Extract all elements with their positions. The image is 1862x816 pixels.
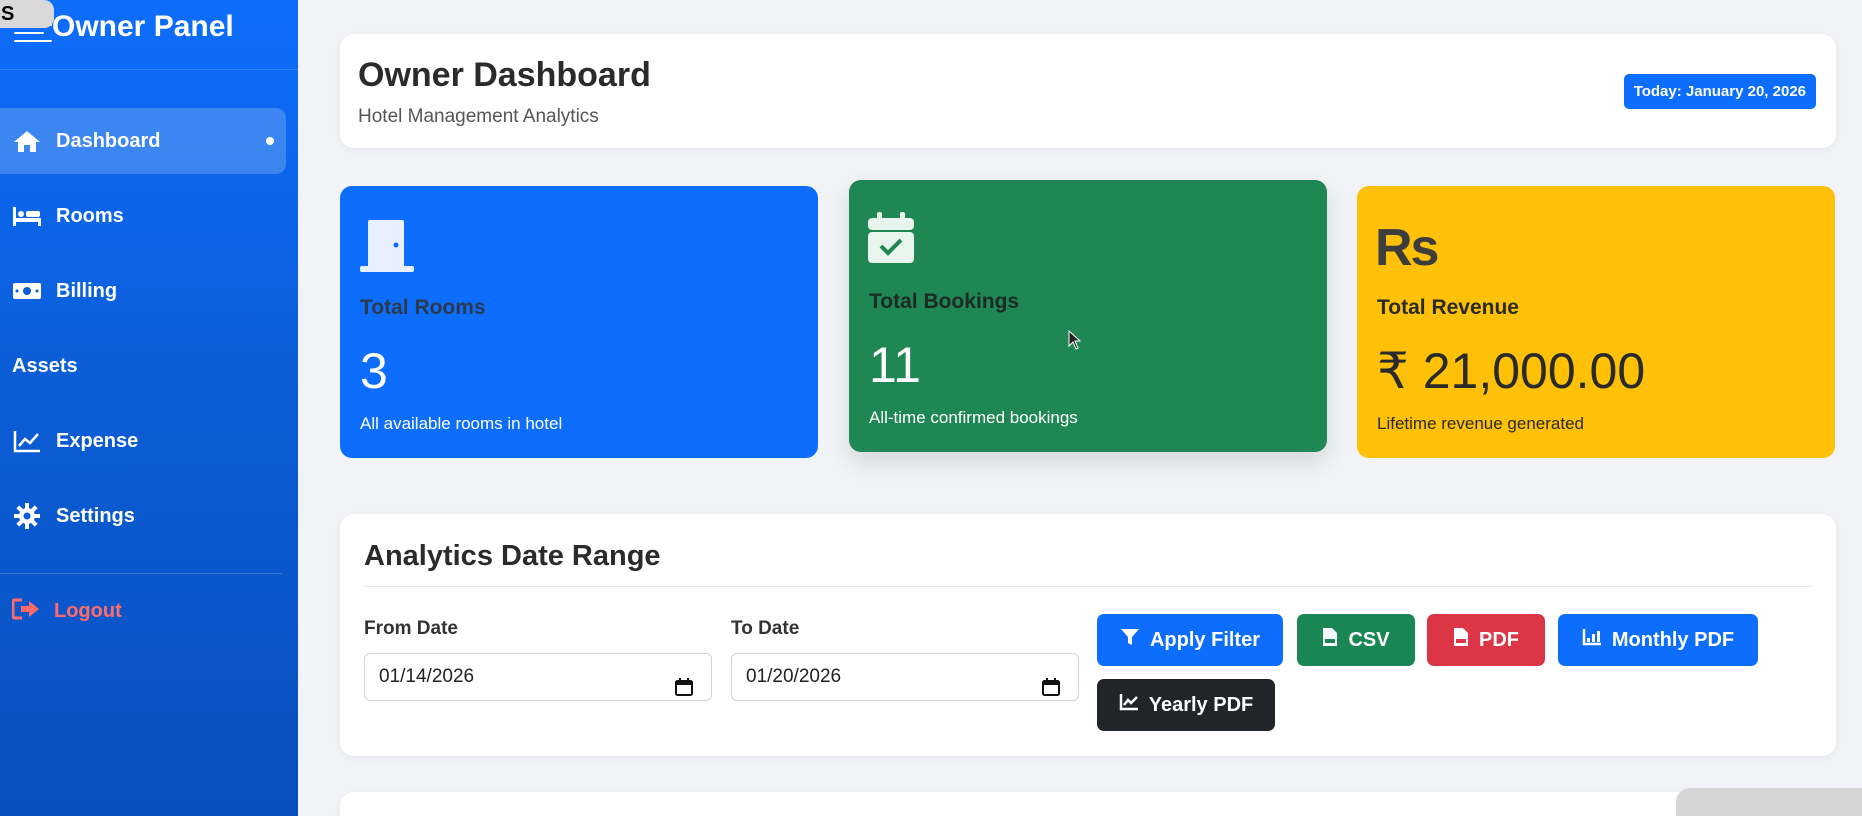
calendar-icon[interactable] xyxy=(1042,668,1060,714)
stat-label: Total Revenue xyxy=(1377,296,1519,319)
calendar-check-icon xyxy=(867,212,915,269)
sidebar-item-label: Dashboard xyxy=(56,129,161,152)
active-indicator-dot xyxy=(266,137,274,145)
sidebar-item-label: Assets xyxy=(12,354,78,377)
door-icon xyxy=(358,218,416,279)
stat-value: 3 xyxy=(360,343,388,399)
sidebar-header: Owner Panel S xyxy=(0,0,298,70)
page-title: Owner Dashboard xyxy=(358,56,651,94)
calendar-icon[interactable] xyxy=(675,668,693,714)
dashboard-header: Owner Dashboard Hotel Management Analyti… xyxy=(340,34,1836,148)
sidebar-item-dashboard[interactable]: Dashboard xyxy=(0,108,286,174)
sidebar-title: Owner Panel xyxy=(52,10,234,43)
csv-export-button[interactable]: CSV xyxy=(1297,614,1415,666)
chart-line-icon xyxy=(12,428,42,454)
stat-description: Lifetime revenue generated xyxy=(1377,414,1584,433)
filter-icon xyxy=(1120,627,1140,653)
apply-filter-button[interactable]: Apply Filter xyxy=(1097,614,1283,666)
stat-description: All-time confirmed bookings xyxy=(869,408,1078,427)
pdf-label: PDF xyxy=(1479,628,1519,651)
next-section-card xyxy=(340,792,1836,816)
from-date-value: 01/14/2026 xyxy=(379,666,475,687)
logout-label: Logout xyxy=(54,600,122,622)
sidebar-item-assets[interactable]: Assets xyxy=(0,333,286,399)
file-pdf-icon xyxy=(1453,627,1469,653)
chart-line-icon xyxy=(1119,693,1139,717)
mouse-cursor-icon xyxy=(1068,329,1082,355)
money-bill-icon xyxy=(12,278,42,304)
sidebar-item-label: Rooms xyxy=(56,204,124,227)
sidebar-item-label: Expense xyxy=(56,429,139,452)
stat-value: ₹ 21,000.00 xyxy=(1377,343,1646,399)
sidebar-item-billing[interactable]: Billing xyxy=(0,258,286,324)
monthly-pdf-button[interactable]: Monthly PDF xyxy=(1558,614,1758,666)
to-date-value: 01/20/2026 xyxy=(746,666,842,687)
sidebar-divider xyxy=(0,573,282,574)
stat-description: All available rooms in hotel xyxy=(360,414,563,433)
home-icon xyxy=(12,128,42,154)
sidebar-nav: Dashboard Rooms Billing Assets Expense S… xyxy=(0,108,298,558)
yearly-pdf-button[interactable]: Yearly PDF xyxy=(1097,679,1275,731)
apply-filter-label: Apply Filter xyxy=(1149,628,1260,651)
overlay-badge-label: S xyxy=(1,3,15,25)
bar-chart-icon xyxy=(1582,628,1602,652)
to-date-input[interactable]: 01/20/2026 xyxy=(731,653,1079,701)
analytics-date-range-card: Analytics Date Range From Date 01/14/202… xyxy=(340,514,1836,756)
logout-link[interactable]: Logout xyxy=(11,598,122,625)
file-csv-icon xyxy=(1322,627,1338,653)
sidebar-item-label: Billing xyxy=(56,279,118,302)
sidebar-item-label: Settings xyxy=(56,504,135,527)
from-date-input[interactable]: 01/14/2026 xyxy=(364,653,712,701)
overlay-badge[interactable]: S xyxy=(0,0,54,28)
section-title: Analytics Date Range xyxy=(364,540,661,572)
gear-icon xyxy=(12,503,42,529)
date-badge: Today: January 20, 2026 xyxy=(1623,74,1816,109)
stat-card-total-rooms: Total Rooms 3 All available rooms in hot… xyxy=(340,186,818,458)
pdf-export-button[interactable]: PDF xyxy=(1427,614,1545,666)
rupee-sign-icon: Rs xyxy=(1375,219,1440,277)
from-date-label: From Date xyxy=(364,618,458,639)
section-divider xyxy=(364,586,1812,587)
stat-label: Total Bookings xyxy=(869,290,1020,313)
page-subtitle: Hotel Management Analytics xyxy=(358,106,599,127)
sidebar: Owner Panel S Dashboard Rooms Billing As… xyxy=(0,0,298,816)
logout-icon xyxy=(11,598,40,625)
stat-card-total-bookings: Total Bookings 11 All-time confirmed boo… xyxy=(849,180,1327,452)
bed-icon xyxy=(12,203,42,229)
floating-toolbar[interactable] xyxy=(1676,788,1862,816)
sidebar-item-expense[interactable]: Expense xyxy=(0,408,286,474)
to-date-label: To Date xyxy=(731,618,800,639)
monthly-pdf-label: Monthly PDF xyxy=(1611,628,1735,651)
yearly-pdf-label: Yearly PDF xyxy=(1148,693,1254,716)
stat-value: 11 xyxy=(869,337,921,393)
sidebar-item-settings[interactable]: Settings xyxy=(0,483,286,549)
stat-card-total-revenue: Rs Total Revenue ₹ 21,000.00 Lifetime re… xyxy=(1357,186,1835,458)
sidebar-item-rooms[interactable]: Rooms xyxy=(0,183,286,249)
stat-label: Total Rooms xyxy=(360,296,486,319)
csv-label: CSV xyxy=(1348,628,1390,651)
